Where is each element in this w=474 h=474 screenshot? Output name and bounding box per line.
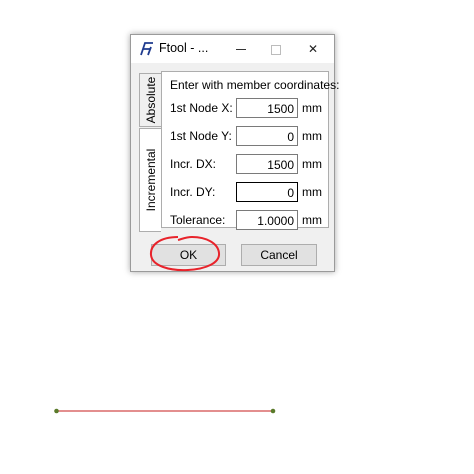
node-point (270, 408, 276, 414)
maximize-icon (271, 44, 281, 55)
unit-label: mm (302, 129, 322, 143)
field-label: Incr. DY: (170, 185, 216, 199)
node-y-input[interactable]: 0 (236, 126, 298, 146)
title-bar[interactable]: Ftool - ... ✕ (131, 35, 334, 63)
cancel-button[interactable]: Cancel (241, 244, 317, 266)
close-icon: ✕ (307, 42, 319, 56)
unit-label: mm (302, 157, 322, 171)
field-row-incr-dy: Incr. DY: 0 mm (170, 182, 330, 202)
tab-incremental[interactable]: Incremental (139, 128, 161, 232)
coordinates-panel: Enter with member coordinates: 1st Node … (161, 71, 339, 230)
minimize-button[interactable] (224, 35, 258, 63)
minimize-icon (236, 49, 246, 51)
red-circle-annotation (149, 235, 220, 272)
panel-header: Enter with member coordinates: (170, 78, 340, 92)
ftool-app-icon (140, 42, 153, 56)
unit-label: mm (302, 101, 322, 115)
field-label: Incr. DX: (170, 157, 217, 171)
node-x-input[interactable]: 1500 (236, 98, 298, 118)
field-row-node-x: 1st Node X: 1500 mm (170, 98, 330, 118)
incr-dy-input[interactable]: 0 (236, 182, 298, 202)
tab-incremental-label: Incremental (143, 148, 158, 212)
field-label: 1st Node Y: (170, 129, 232, 143)
close-button[interactable]: ✕ (296, 35, 330, 63)
tab-absolute[interactable]: Absolute (139, 73, 161, 127)
incr-dx-input[interactable]: 1500 (236, 154, 298, 174)
field-row-node-y: 1st Node Y: 0 mm (170, 126, 330, 146)
window-title: Ftool - ... (159, 41, 209, 55)
member-line[interactable] (54, 408, 276, 414)
tab-absolute-label: Absolute (143, 76, 158, 124)
maximize-button[interactable] (259, 35, 293, 63)
field-row-incr-dx: Incr. DX: 1500 mm (170, 154, 330, 174)
field-label: Tolerance: (170, 213, 226, 227)
field-label: 1st Node X: (170, 101, 233, 115)
node-point (54, 408, 59, 414)
unit-label: mm (302, 185, 322, 199)
unit-label: mm (302, 213, 322, 227)
field-row-tolerance: Tolerance: 1.0000 mm (170, 210, 330, 230)
tolerance-input[interactable]: 1.0000 (236, 210, 298, 230)
